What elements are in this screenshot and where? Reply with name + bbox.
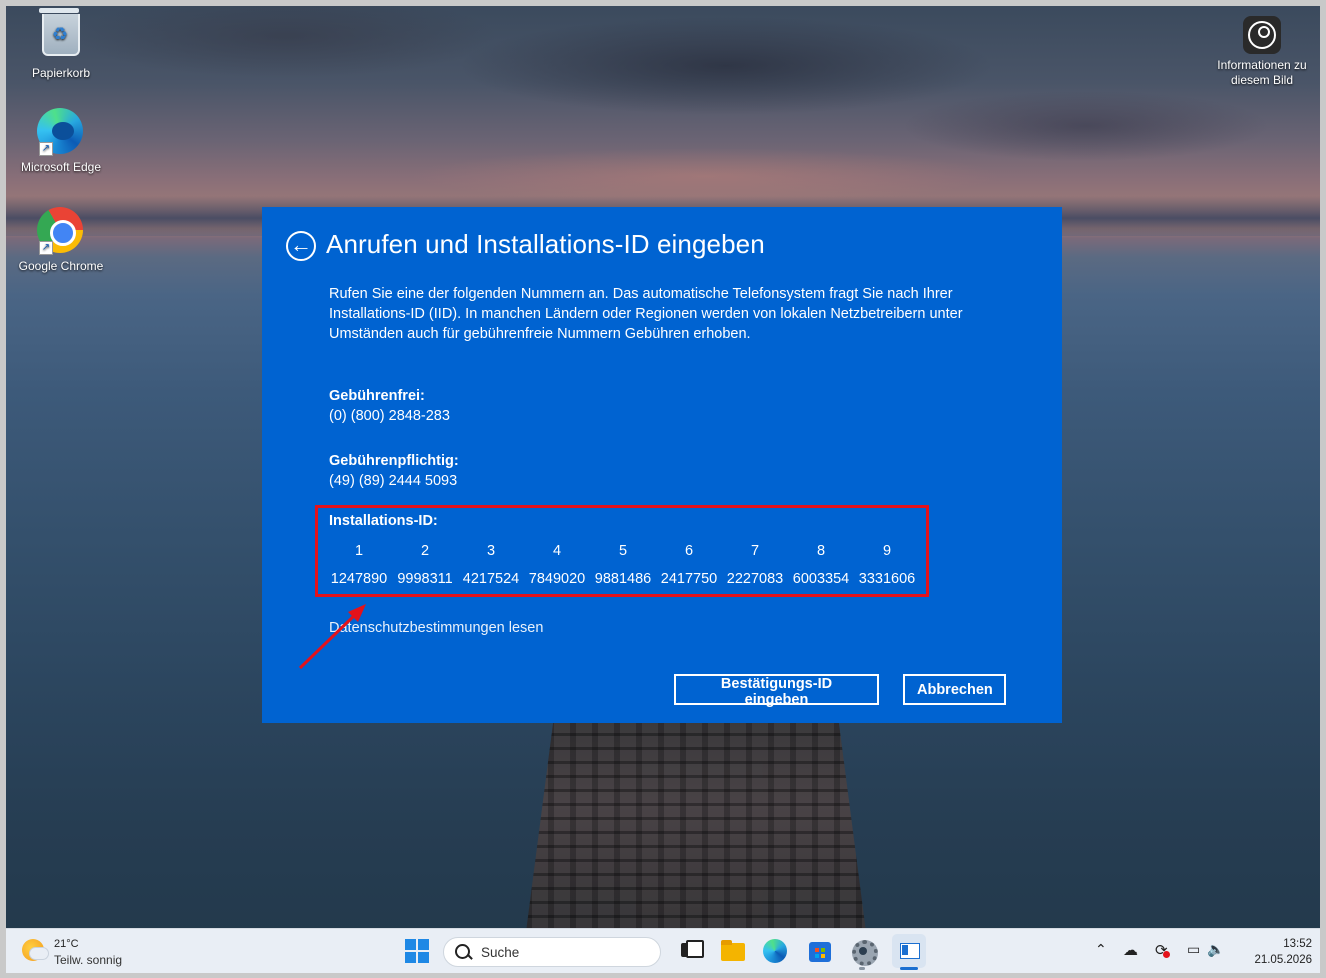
desktop-icon-chrome[interactable]: ↗ Google Chrome	[16, 207, 106, 273]
desktop-icon-recycle-bin[interactable]: ♻ Papierkorb	[16, 8, 106, 80]
sync-alert-icon[interactable]: ⟳	[1155, 941, 1170, 959]
dialog-title: Anrufen und Installations-ID eingeben	[326, 229, 765, 259]
settings-gear-icon[interactable]	[849, 937, 878, 966]
clock-time: 13:52	[1283, 938, 1312, 950]
desktop-icon-label: Papierkorb	[31, 66, 91, 80]
task-view-icon[interactable]	[677, 937, 705, 965]
microsoft-store-icon[interactable]	[806, 937, 834, 965]
back-arrow-icon[interactable]: ←	[286, 231, 316, 261]
chrome-icon: ↗	[37, 207, 85, 255]
desktop-icon-image-info[interactable]: Informationen zu diesem Bild	[1208, 14, 1316, 88]
taskbar-search-box[interactable]: Suche	[443, 937, 661, 967]
settings-running-indicator	[859, 967, 865, 970]
volume-icon[interactable]: 🔈	[1207, 941, 1224, 958]
dialog-description: Rufen Sie eine der folgenden Nummern an.…	[329, 286, 963, 342]
search-placeholder: Suche	[481, 945, 520, 960]
cancel-button[interactable]: Abbrechen	[903, 674, 1006, 705]
onedrive-cloud-icon[interactable]: ☁	[1123, 941, 1138, 959]
enter-confirmation-id-button[interactable]: Bestätigungs-ID eingeben	[674, 674, 879, 708]
recycle-bin-icon: ♻	[37, 8, 85, 62]
desktop-icon-label: Microsoft Edge	[20, 160, 102, 174]
installation-id-highlight-box	[315, 505, 929, 597]
network-icon[interactable]: ▭	[1187, 941, 1200, 958]
chevron-up-icon[interactable]: ⌃	[1095, 941, 1107, 958]
pier	[526, 722, 866, 932]
desktop-icon-label: Google Chrome	[18, 259, 104, 273]
search-icon	[455, 944, 470, 959]
file-explorer-icon[interactable]	[719, 937, 747, 965]
taskbar: 21°C Teilw. sonnig Suche ⌃ ☁ ⟳ ▭ 🔈 13:52…	[6, 928, 1320, 973]
tollfree-label: Gebührenfrei:	[329, 388, 425, 404]
toll-label: Gebührenpflichtig:	[329, 453, 459, 469]
privacy-link[interactable]: Datenschutzbestimmungen lesen	[329, 620, 543, 636]
clock-date: 21.05.2026	[1254, 954, 1312, 966]
camera-info-icon	[1243, 16, 1281, 54]
partly-sunny-icon	[22, 939, 48, 961]
tollfree-number: (0) (800) 2848-283	[329, 408, 450, 424]
start-button-windows-icon[interactable]	[405, 939, 429, 963]
desktop-icon-label: Informationen zu diesem Bild	[1217, 58, 1307, 87]
weather-description: Teilw. sonnig	[54, 953, 123, 967]
edge-icon: ↗	[37, 108, 85, 156]
toll-number: (49) (89) 2444 5093	[329, 473, 458, 489]
desktop-icon-edge[interactable]: ↗ Microsoft Edge	[16, 108, 106, 174]
clock[interactable]: 13:52 21.05.2026	[1238, 936, 1312, 968]
activation-app-icon[interactable]	[892, 934, 926, 968]
activation-active-indicator	[900, 967, 918, 970]
weather-widget[interactable]: 21°C Teilw. sonnig	[18, 935, 158, 969]
weather-temperature: 21°C	[54, 938, 79, 950]
edge-taskbar-icon[interactable]	[763, 939, 787, 963]
activation-dialog: ← Anrufen und Installations-ID eingeben …	[262, 207, 1062, 723]
